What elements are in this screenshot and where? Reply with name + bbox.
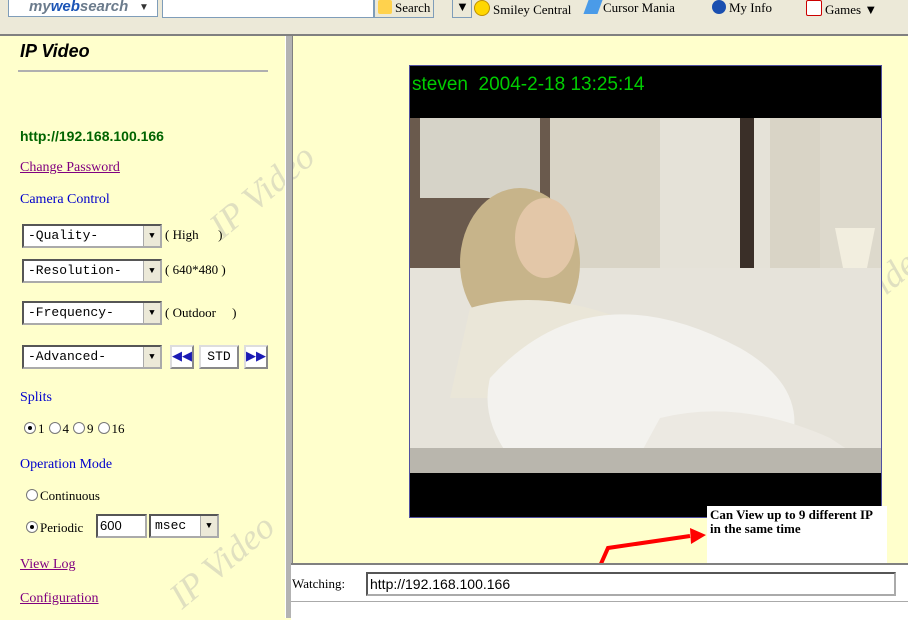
resolution-select[interactable]: -Resolution- ▼ — [22, 259, 162, 283]
advanced-select-value: -Advanced- — [28, 349, 107, 364]
continuous-option: Continuous — [26, 487, 100, 505]
split-4-label: 4 — [62, 421, 70, 436]
rewind-icon[interactable]: ◀◀ — [170, 345, 194, 369]
periodic-interval-input[interactable]: 600 — [96, 514, 147, 538]
frequency-select-value: -Frequency- — [28, 305, 114, 320]
split-9-radio[interactable] — [73, 422, 85, 434]
continuous-label: Continuous — [40, 488, 100, 503]
advanced-select[interactable]: -Advanced- ▼ — [22, 345, 162, 369]
games-link[interactable]: Games ▼ — [806, 0, 877, 17]
frequency-select[interactable]: -Frequency- ▼ — [22, 301, 162, 325]
split-4-radio[interactable] — [48, 422, 61, 434]
brand-web: web — [50, 0, 80, 15]
configuration-link[interactable]: Configuration — [20, 591, 99, 607]
camera-control-heading: Camera Control — [20, 192, 110, 207]
chevron-down-icon: ▼ — [143, 261, 160, 281]
split-9-label: 9 — [87, 421, 94, 436]
search-dropdown-icon[interactable]: ▼ — [452, 0, 472, 18]
brand-prefix: my — [29, 0, 51, 15]
frame-splitter[interactable] — [285, 36, 293, 618]
interval-unit-value: msec — [155, 518, 187, 533]
chevron-down-icon: ▼ — [200, 516, 217, 536]
split-1-radio[interactable] — [24, 422, 36, 434]
interval-unit-select[interactable]: msec ▼ — [149, 514, 219, 538]
search-button[interactable]: Search — [374, 0, 435, 18]
resolution-select-value: -Resolution- — [28, 263, 122, 278]
toolbar-search-input[interactable] — [162, 0, 374, 18]
chevron-down-icon: ▼ — [143, 303, 160, 323]
split-16-radio[interactable] — [97, 422, 110, 434]
resolution-value: ( 640*480 ) — [165, 262, 226, 277]
split-1-label: 1 — [38, 421, 45, 436]
cursor-mania-label: Cursor Mania — [603, 0, 675, 15]
frequency-value: ( Outdoor ) — [165, 305, 237, 320]
splits-options: 1 4 9 16 — [24, 420, 125, 438]
smiley-icon — [474, 0, 490, 16]
chevron-down-icon: ▼ — [143, 347, 160, 367]
watching-label: Watching: — [292, 576, 346, 591]
cursor-mania-link[interactable]: Cursor Mania — [583, 0, 675, 17]
cursor-icon — [583, 0, 603, 14]
games-icon — [806, 0, 822, 16]
brand-suffix: search — [79, 0, 129, 15]
std-button[interactable]: STD — [199, 345, 239, 369]
panel-title: IP Video — [20, 41, 90, 61]
my-info-label: My Info — [729, 0, 772, 15]
games-label: Games — [825, 2, 862, 17]
title-divider — [18, 70, 268, 72]
search-magnifier-icon — [378, 0, 392, 14]
periodic-label: Periodic — [40, 520, 84, 535]
fast-forward-icon[interactable]: ▶▶ — [244, 345, 268, 369]
mywebsearch-logo[interactable]: mywebsearch — [8, 0, 158, 17]
periodic-option: Periodic — [26, 519, 83, 537]
smiley-central-label: Smiley Central — [493, 2, 572, 17]
browser-toolbar: mywebsearch ▼ Search ▼ Smiley Central Cu… — [0, 0, 908, 36]
video-overlay-text: steven 2004-2-18 13:25:14 — [412, 74, 645, 95]
periodic-radio[interactable] — [26, 521, 38, 533]
quality-value: ( High ) — [165, 227, 223, 242]
continuous-radio[interactable] — [26, 489, 38, 501]
chevron-down-icon: ▼ — [143, 226, 160, 246]
view-log-link[interactable]: View Log — [20, 557, 76, 573]
my-info-link[interactable]: My Info — [712, 0, 772, 17]
bottom-divider — [291, 601, 908, 602]
quality-select[interactable]: -Quality- ▼ — [22, 224, 162, 248]
video-frame-image — [410, 118, 881, 473]
camera-url: http://192.168.100.166 — [20, 128, 164, 144]
annotation-callout: Can View up to 9 different IP in the sam… — [707, 506, 887, 566]
search-button-label: Search — [395, 0, 431, 15]
video-viewport[interactable]: steven 2004-2-18 13:25:14 — [409, 65, 882, 518]
operation-mode-heading: Operation Mode — [20, 457, 113, 472]
smiley-central-link[interactable]: Smiley Central — [474, 0, 571, 17]
info-icon — [712, 0, 726, 14]
brand-dropdown-icon[interactable]: ▼ — [139, 0, 149, 15]
watching-url-field[interactable]: http://192.168.100.166 — [366, 572, 896, 596]
change-password-link[interactable]: Change Password — [20, 160, 120, 176]
splits-heading: Splits — [20, 390, 52, 405]
quality-select-value: -Quality- — [28, 228, 99, 243]
split-16-label: 16 — [111, 421, 125, 436]
